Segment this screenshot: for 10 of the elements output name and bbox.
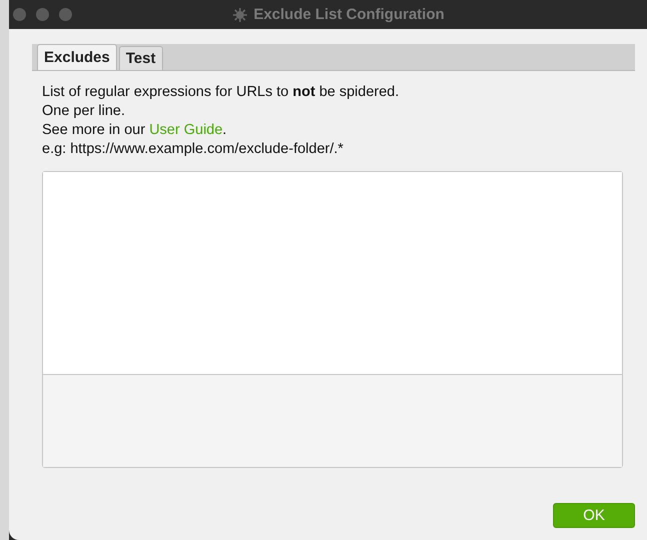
example-text: e.g: https://www.example.com/exclude-folder/.*	[42, 140, 344, 159]
guide-text: See more in our User Guide.	[42, 121, 228, 140]
tab[interactable]: Excludes	[37, 44, 117, 70]
window-title: Exclude List Configuration	[254, 6, 444, 23]
tab[interactable]: Test	[118, 46, 163, 70]
description-text: List of regular expressions for URLs to not be spidered.	[42, 83, 400, 102]
description-text: One per line.	[42, 102, 126, 121]
zoom-button[interactable]	[59, 8, 72, 21]
close-button[interactable]	[13, 8, 26, 21]
minimize-button[interactable]	[36, 8, 49, 21]
